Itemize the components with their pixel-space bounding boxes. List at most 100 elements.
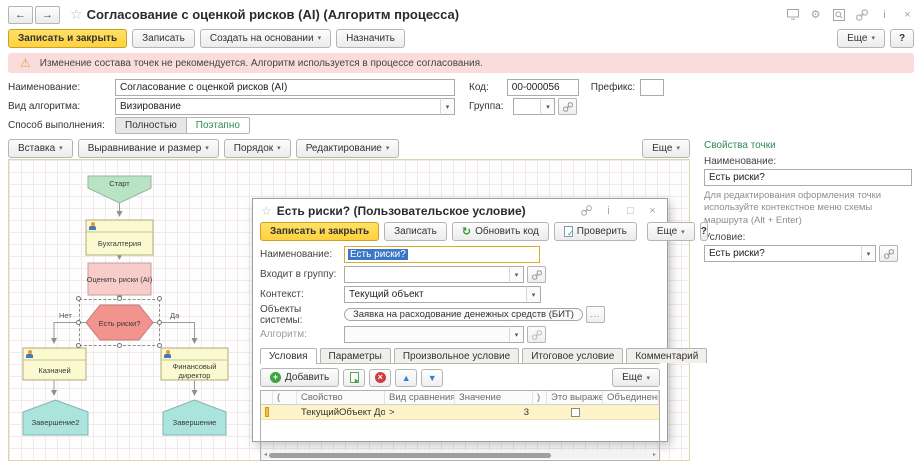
selection-handle[interactable]	[157, 296, 162, 301]
tab-comment[interactable]: Комментарий	[626, 348, 707, 363]
cell-open-paren[interactable]	[273, 405, 297, 420]
cell-union[interactable]	[603, 405, 659, 420]
node-accounting-shape[interactable]	[86, 220, 153, 255]
dialog-algorithm-input[interactable]	[344, 326, 510, 343]
expression-checkbox[interactable]	[571, 408, 580, 417]
cell-value[interactable]: 3	[455, 405, 533, 420]
dialog-save-label: Записать	[394, 226, 437, 237]
cell-is-expression	[547, 405, 603, 420]
order-menu-button[interactable]: Порядок▾	[224, 139, 291, 158]
dialog-context-dropdown-icon[interactable]: ▾	[526, 286, 541, 303]
dialog-algorithm-link-button[interactable]	[527, 326, 546, 343]
dialog-group-dropdown-icon[interactable]: ▾	[509, 266, 524, 283]
dialog-context-input[interactable]	[344, 286, 527, 303]
dialog-group-input[interactable]	[344, 266, 510, 283]
dialog-objects-value[interactable]: Заявка на расходование денежных средств …	[344, 308, 583, 321]
favorite-star-icon[interactable]: ☆	[70, 6, 83, 23]
kind-input[interactable]	[115, 98, 441, 115]
dialog-check-button[interactable]: ✓Проверить	[554, 222, 637, 241]
link-icon[interactable]	[855, 8, 868, 21]
dialog-algorithm-dropdown-icon[interactable]: ▾	[509, 326, 524, 343]
table-more-button[interactable]: Еще▾	[612, 368, 660, 387]
dialog-save-and-close-button[interactable]: Записать и закрыть	[260, 222, 379, 241]
scrollbar-thumb[interactable]	[269, 453, 551, 458]
tab-final-condition[interactable]: Итоговое условие	[522, 348, 623, 363]
dialog-link-icon[interactable]	[580, 204, 593, 217]
tab-conditions[interactable]: Условия	[260, 348, 317, 364]
selection-handle[interactable]	[76, 296, 81, 301]
selection-handle[interactable]	[157, 343, 162, 348]
forward-button[interactable]: →	[35, 6, 60, 24]
dialog-close-icon[interactable]: ×	[646, 204, 659, 217]
create-based-on-button[interactable]: Создать на основании▾	[200, 29, 331, 48]
move-down-button[interactable]: ▼	[421, 369, 443, 387]
kind-dropdown-icon[interactable]: ▾	[440, 98, 455, 115]
help-button[interactable]: ?	[890, 29, 914, 48]
back-button[interactable]: ←	[8, 6, 33, 24]
dialog-command-bar: Записать и закрыть Записать ↻Обновить ко…	[253, 219, 667, 243]
tab-custom-condition[interactable]: Произвольное условие	[394, 348, 519, 363]
execution-staged-option[interactable]: Поэтапно	[187, 117, 250, 134]
add-row-button[interactable]: +Добавить	[260, 368, 339, 387]
dialog-maximize-icon[interactable]: □	[624, 204, 637, 217]
selection-handle[interactable]	[157, 320, 162, 325]
dialog-refresh-code-button[interactable]: ↻Обновить код	[452, 222, 549, 241]
dialog-name-input[interactable]: Есть риски?	[344, 246, 540, 263]
info-icon[interactable]: i	[878, 8, 891, 21]
point-name-input[interactable]	[704, 169, 912, 186]
search-window-icon[interactable]	[832, 8, 845, 21]
name-input[interactable]	[115, 79, 455, 96]
col-union[interactable]: Объединение с	[603, 391, 659, 405]
point-condition-input[interactable]	[704, 245, 862, 262]
code-input[interactable]	[507, 79, 579, 96]
dialog-group-link-button[interactable]	[527, 266, 546, 283]
selection-handle[interactable]	[76, 320, 81, 325]
gear-icon[interactable]: ⚙	[809, 8, 822, 21]
dialog-info-icon[interactable]: i	[602, 204, 615, 217]
move-up-button[interactable]: ▲	[395, 369, 417, 387]
dialog-favorite-star-icon[interactable]: ☆	[261, 204, 272, 218]
tab-parameters[interactable]: Параметры	[320, 348, 391, 363]
assign-button[interactable]: Назначить	[336, 29, 405, 48]
group-link-button[interactable]	[558, 98, 577, 115]
group-input[interactable]	[513, 98, 541, 115]
canvas-more-button[interactable]: Еще▾	[642, 139, 690, 158]
condition-dropdown-icon[interactable]: ▾	[861, 245, 876, 262]
more-button-top[interactable]: Еще▾	[837, 29, 885, 48]
save-button[interactable]: Записать	[132, 29, 195, 48]
col-comparison[interactable]: Вид сравнения	[385, 391, 455, 405]
editing-menu-button[interactable]: Редактирование▾	[296, 139, 400, 158]
scroll-right-icon[interactable]: ▸	[653, 452, 656, 458]
dialog-save-button[interactable]: Записать	[384, 222, 447, 241]
save-and-close-button[interactable]: Записать и закрыть	[8, 29, 127, 48]
cell-close-paren[interactable]	[533, 405, 547, 420]
align-size-menu-button[interactable]: Выравнивание и размер▾	[78, 139, 219, 158]
col-open-paren[interactable]: (	[273, 391, 297, 405]
cell-property[interactable]: ТекущийОбъект Доп...	[297, 405, 385, 420]
cell-comparison[interactable]: >	[385, 405, 455, 420]
condition-link-button[interactable]	[879, 245, 898, 262]
execution-full-option[interactable]: Полностью	[115, 117, 187, 134]
table-row[interactable]: ТекущийОбъект Доп... > 3	[261, 405, 659, 420]
dialog-help-button[interactable]: ?	[700, 222, 708, 241]
prefix-input[interactable]	[640, 79, 664, 96]
branch-yes-label: Да	[170, 311, 179, 320]
selection-handle[interactable]	[76, 343, 81, 348]
group-dropdown-icon[interactable]: ▾	[540, 98, 555, 115]
delete-row-button[interactable]: ×	[369, 369, 391, 387]
dialog-more-button[interactable]: Еще▾	[647, 222, 695, 241]
dialog-objects-choose-button[interactable]: ...	[586, 306, 605, 323]
table-horizontal-scrollbar[interactable]: ◂ ▸	[262, 451, 658, 459]
insert-menu-button[interactable]: Вставка▾	[8, 139, 73, 158]
selection-handle[interactable]	[117, 296, 122, 301]
order-label: Порядок	[234, 143, 273, 154]
col-value[interactable]: Значение	[455, 391, 533, 405]
col-is-expression[interactable]: Это выражение	[547, 391, 603, 405]
copy-row-button[interactable]: ▸	[343, 369, 365, 387]
col-property[interactable]: Свойство	[297, 391, 385, 405]
scroll-left-icon[interactable]: ◂	[264, 452, 267, 458]
display-icon[interactable]	[786, 8, 799, 21]
col-close-paren[interactable]: )	[533, 391, 547, 405]
close-window-icon[interactable]: ×	[901, 8, 914, 21]
selection-handle[interactable]	[117, 343, 122, 348]
